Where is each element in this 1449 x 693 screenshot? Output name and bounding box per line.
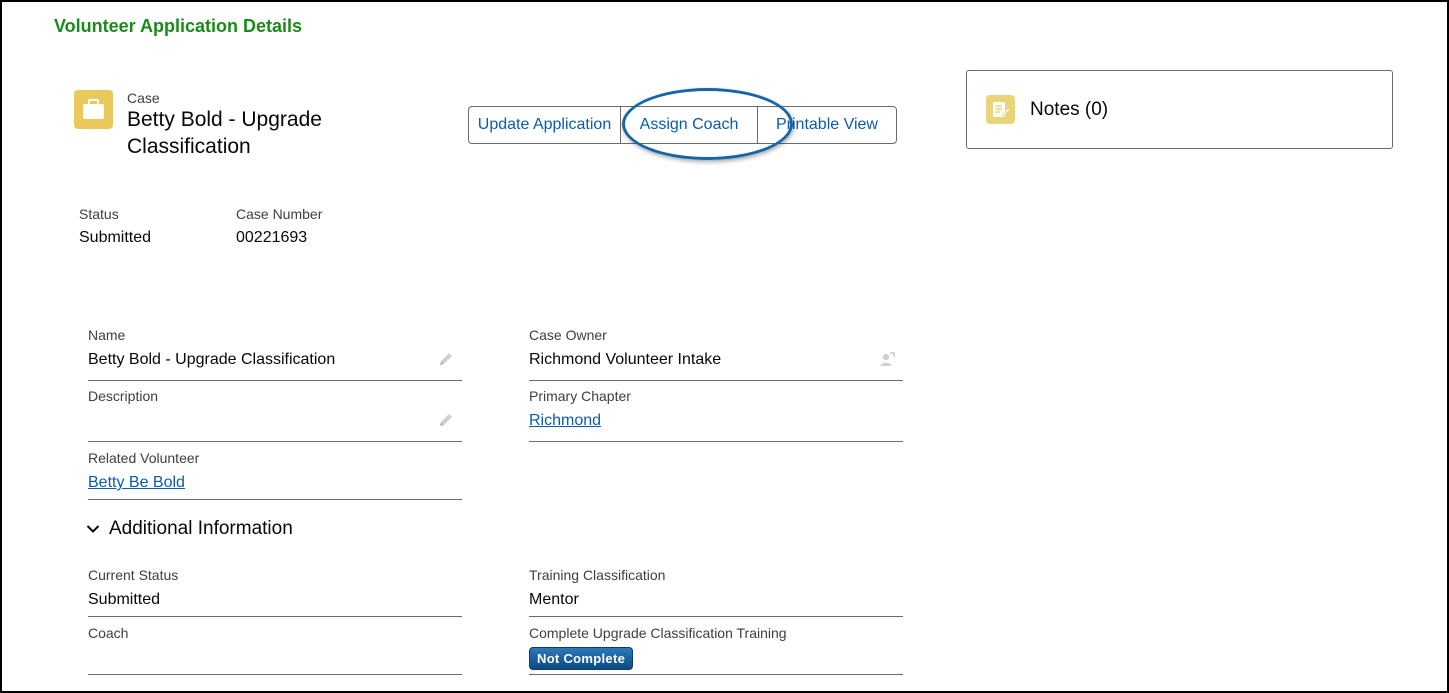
page-title: Volunteer Application Details: [54, 16, 303, 36]
notes-label[interactable]: Notes (0): [1030, 99, 1108, 121]
current-status-field: Current Status Submitted: [88, 567, 462, 617]
pencil-icon[interactable]: [438, 412, 454, 433]
upgrade-training-label: Complete Upgrade Classification Training: [529, 625, 787, 641]
update-application-button[interactable]: Update Application: [468, 106, 621, 144]
status-label: Status: [79, 206, 119, 222]
upgrade-training-field: Complete Upgrade Classification Training…: [529, 625, 903, 675]
training-classification-field: Training Classification Mentor: [529, 567, 903, 617]
related-volunteer-label: Related Volunteer: [88, 450, 200, 466]
change-owner-icon[interactable]: [879, 351, 895, 372]
case-owner-field: Case Owner Richmond Volunteer Intake: [529, 327, 903, 381]
status-highlight: Status Submitted: [79, 206, 151, 247]
case-number-highlight: Case Number 00221693: [236, 206, 322, 247]
notes-icon: [986, 95, 1015, 124]
pencil-icon[interactable]: [438, 351, 454, 372]
primary-chapter-link[interactable]: Richmond: [529, 412, 903, 430]
related-volunteer-field: Related Volunteer Betty Be Bold: [88, 450, 462, 500]
case-owner-label: Case Owner: [529, 327, 607, 343]
printable-view-button[interactable]: Printable View: [757, 106, 897, 144]
notes-card[interactable]: Notes (0): [966, 70, 1393, 149]
current-status-value: Submitted: [88, 591, 161, 608]
training-classification-label: Training Classification: [529, 567, 666, 583]
briefcase-icon: [74, 90, 113, 129]
current-status-label: Current Status: [88, 567, 179, 583]
name-value: Betty Bold - Upgrade Classification: [88, 351, 336, 368]
not-complete-badge: Not Complete: [529, 647, 634, 670]
primary-chapter-label: Primary Chapter: [529, 388, 631, 404]
description-label: Description: [88, 388, 159, 404]
training-classification-value: Mentor: [529, 591, 579, 608]
assign-coach-button[interactable]: Assign Coach: [620, 106, 758, 144]
record-type-label: Case: [127, 90, 160, 106]
name-label: Name: [88, 327, 126, 343]
chevron-down-icon: [86, 525, 100, 533]
name-field: Name Betty Bold - Upgrade Classification: [88, 327, 462, 381]
additional-information-section-toggle[interactable]: Additional Information: [86, 518, 293, 540]
case-number-value: 00221693: [236, 229, 308, 246]
case-number-label: Case Number: [236, 206, 323, 222]
case-owner-value: Richmond Volunteer Intake: [529, 351, 722, 368]
related-volunteer-link[interactable]: Betty Be Bold: [88, 474, 462, 492]
primary-chapter-field: Primary Chapter Richmond: [529, 388, 903, 442]
action-button-group: Update Application Assign Coach Printabl…: [468, 106, 897, 144]
description-field: Description: [88, 388, 462, 442]
coach-label: Coach: [88, 625, 129, 641]
record-title: Betty Bold - Upgrade Classification: [127, 108, 322, 158]
status-value: Submitted: [79, 229, 152, 246]
coach-field: Coach: [88, 625, 462, 675]
section-title: Additional Information: [109, 518, 293, 539]
